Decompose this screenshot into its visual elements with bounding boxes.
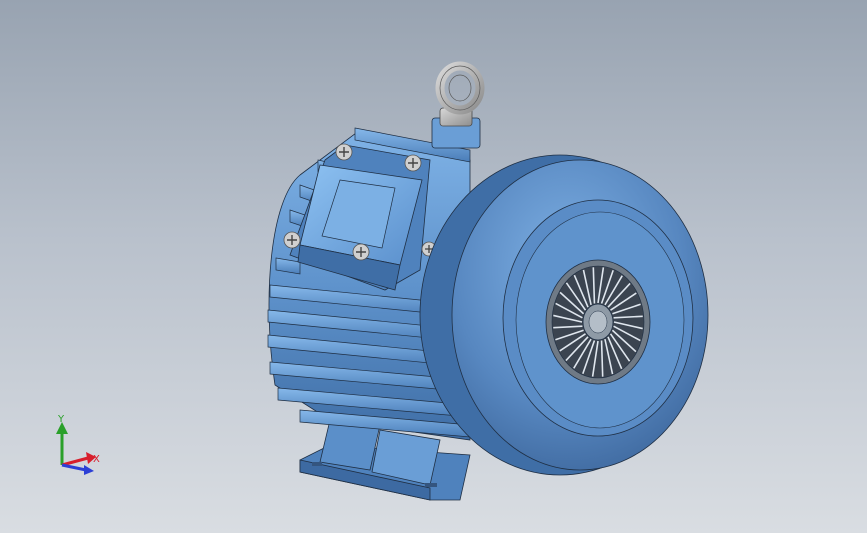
grille-spoke bbox=[592, 267, 596, 304]
fan-grille bbox=[545, 259, 651, 385]
fan-cover bbox=[419, 154, 709, 476]
graphics-viewport[interactable]: Y X bbox=[0, 0, 867, 533]
motor-model[interactable] bbox=[0, 0, 867, 533]
lifting-eyebolt bbox=[431, 61, 485, 149]
y-axis-label: Y bbox=[58, 414, 65, 425]
grille-spoke bbox=[600, 340, 604, 377]
x-axis-arrow bbox=[61, 456, 89, 467]
z-axis-arrow bbox=[61, 463, 87, 472]
coordinate-triad bbox=[56, 422, 96, 475]
x-axis-label: X bbox=[93, 454, 100, 465]
terminal-box-screw bbox=[404, 154, 422, 172]
terminal-box-screw bbox=[283, 231, 301, 249]
terminal-box-screw bbox=[335, 143, 353, 161]
terminal-box-screw bbox=[352, 243, 370, 261]
